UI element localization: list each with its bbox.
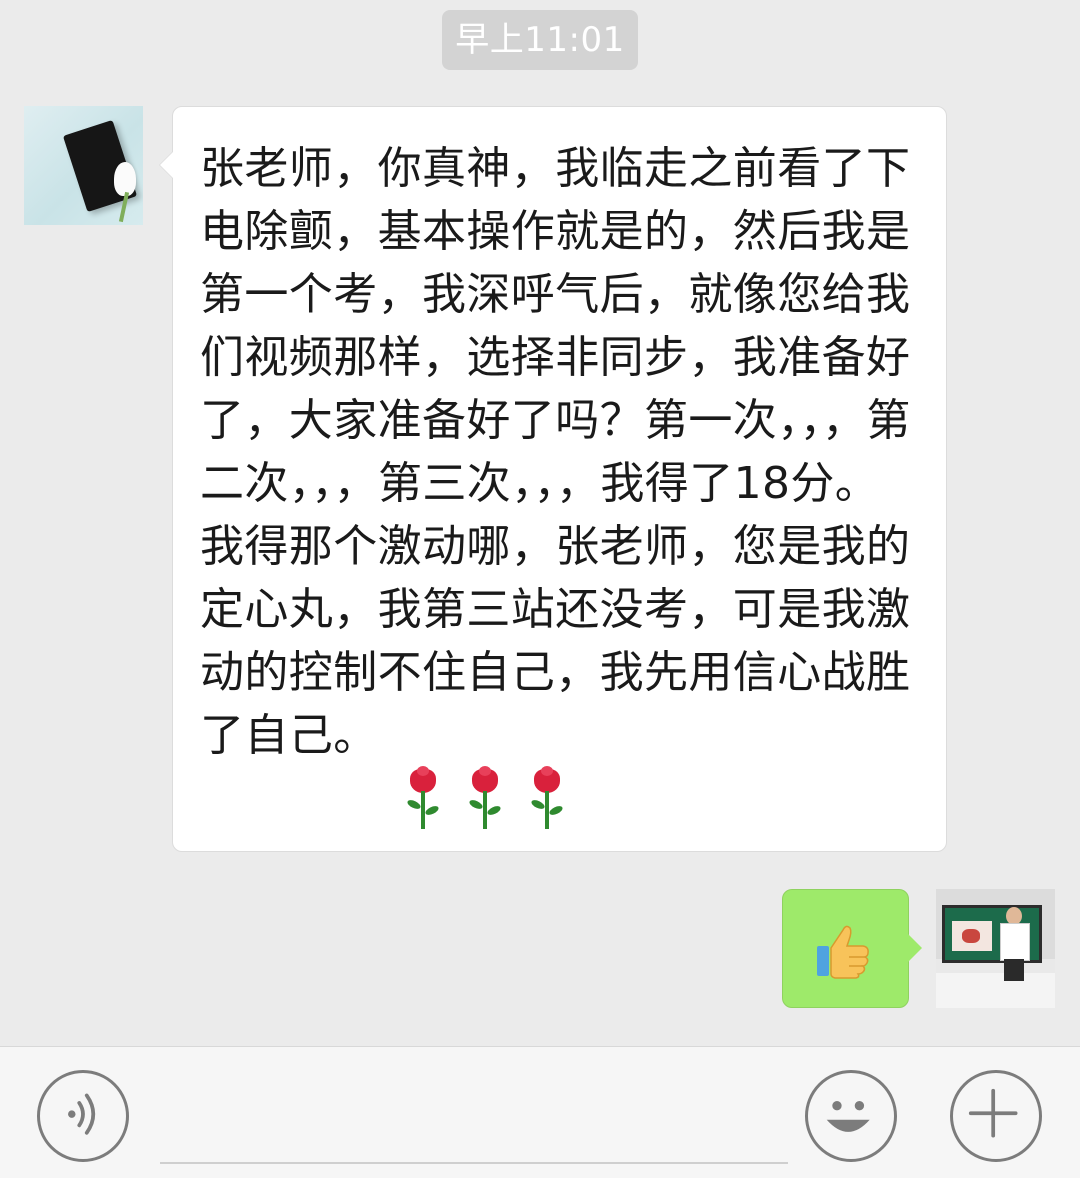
rose-emoji (525, 766, 569, 831)
emoji-icon (826, 1101, 870, 1132)
plus-icon (968, 1088, 1018, 1138)
voice-button[interactable] (37, 1070, 129, 1162)
voice-icon (68, 1093, 96, 1135)
message-input[interactable] (160, 1162, 788, 1164)
user-avatar[interactable] (936, 889, 1055, 1008)
contact-avatar[interactable] (24, 106, 143, 225)
plus-button[interactable] (950, 1070, 1042, 1162)
rose-emoji (463, 766, 507, 831)
outgoing-message-bubble[interactable] (782, 889, 922, 1008)
timestamp-badge: 早上11:01 (442, 10, 638, 70)
rose-emoji-group (401, 766, 569, 831)
incoming-message-text: 张老师，你真神，我临走之前看了下电除颤，基本操作就是的，然后我是第一个考，我深呼… (200, 143, 911, 761)
thumbs-up-emoji (817, 925, 869, 979)
rose-emoji (401, 766, 445, 831)
incoming-message-bubble[interactable]: 张老师，你真神，我临走之前看了下电除颤，基本操作就是的，然后我是第一个考，我深呼… (159, 106, 947, 852)
chat-area[interactable]: 早上11:01 张老师，你真神，我临走之前看了下电除颤，基本操作就是的，然后我是… (0, 0, 1080, 1046)
emoji-button[interactable] (805, 1070, 897, 1162)
input-bar (0, 1046, 1080, 1178)
